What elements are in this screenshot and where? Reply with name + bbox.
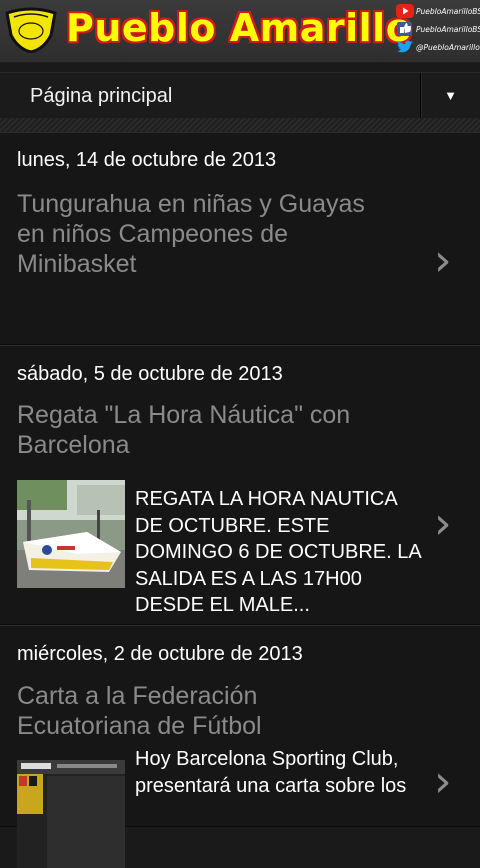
post-item[interactable]: sábado, 5 de octubre de 2013 Regata "La … <box>0 345 480 625</box>
club-shield-logo[interactable] <box>4 7 58 53</box>
post-title[interactable]: Carta a la Federación Ecuatoriana de Fút… <box>17 681 397 741</box>
dropdown-arrow-icon[interactable]: ▼ <box>421 73 480 119</box>
twitter-icon <box>396 40 413 53</box>
twitter-handle: @PuebloAmarillo <box>416 42 480 52</box>
post-item[interactable]: lunes, 14 de octubre de 2013 Tungurahua … <box>0 132 480 345</box>
post-date: lunes, 14 de octubre de 2013 <box>17 149 277 171</box>
post-snippet: Hoy Barcelona Sporting Club, presentará … <box>135 748 407 797</box>
site-header: Pueblo Amarillo PuebloAmarilloBSC Pueblo… <box>0 0 480 63</box>
post-title[interactable]: Regata "La Hora Náutica" con Barcelona <box>17 400 397 460</box>
nav-home-link[interactable]: Página principal <box>30 73 172 119</box>
twitter-link[interactable]: @PuebloAmarillo <box>396 38 480 56</box>
post-date: sábado, 5 de octubre de 2013 <box>17 363 283 385</box>
post-date: miércoles, 2 de octubre de 2013 <box>17 643 303 665</box>
post-thumbnail[interactable] <box>17 480 125 588</box>
chevron-right-icon[interactable]: › <box>434 760 464 804</box>
post-item[interactable]: miércoles, 2 de octubre de 2013 Carta a … <box>0 625 480 868</box>
site-title[interactable]: Pueblo Amarillo <box>66 2 412 54</box>
chevron-right-icon[interactable]: › <box>434 502 464 546</box>
post-list: lunes, 14 de octubre de 2013 Tungurahua … <box>0 132 480 868</box>
facebook-icon <box>397 22 412 36</box>
document-photo <box>17 760 125 868</box>
facebook-handle: PuebloAmarilloBSC <box>416 24 480 34</box>
facebook-link[interactable]: PuebloAmarilloBSC <box>396 20 480 38</box>
chevron-right-icon[interactable]: › <box>434 239 464 283</box>
post-snippet: REGATA LA HORA NAUTICA DE OCTUBRE. ESTE … <box>135 488 421 616</box>
separator-stripe <box>0 118 480 132</box>
youtube-link[interactable]: PuebloAmarilloBSC <box>396 2 480 20</box>
speedboat-photo <box>17 480 125 588</box>
post-title[interactable]: Tungurahua en niñas y Guayas en niños Ca… <box>17 189 397 279</box>
youtube-handle: PuebloAmarilloBSC <box>416 6 480 16</box>
youtube-icon <box>396 4 414 18</box>
social-links: PuebloAmarilloBSC PuebloAmarilloBSC @Pue… <box>396 2 480 56</box>
post-thumbnail[interactable] <box>17 760 125 868</box>
navigation-bar: Página principal ▼ <box>0 72 480 119</box>
